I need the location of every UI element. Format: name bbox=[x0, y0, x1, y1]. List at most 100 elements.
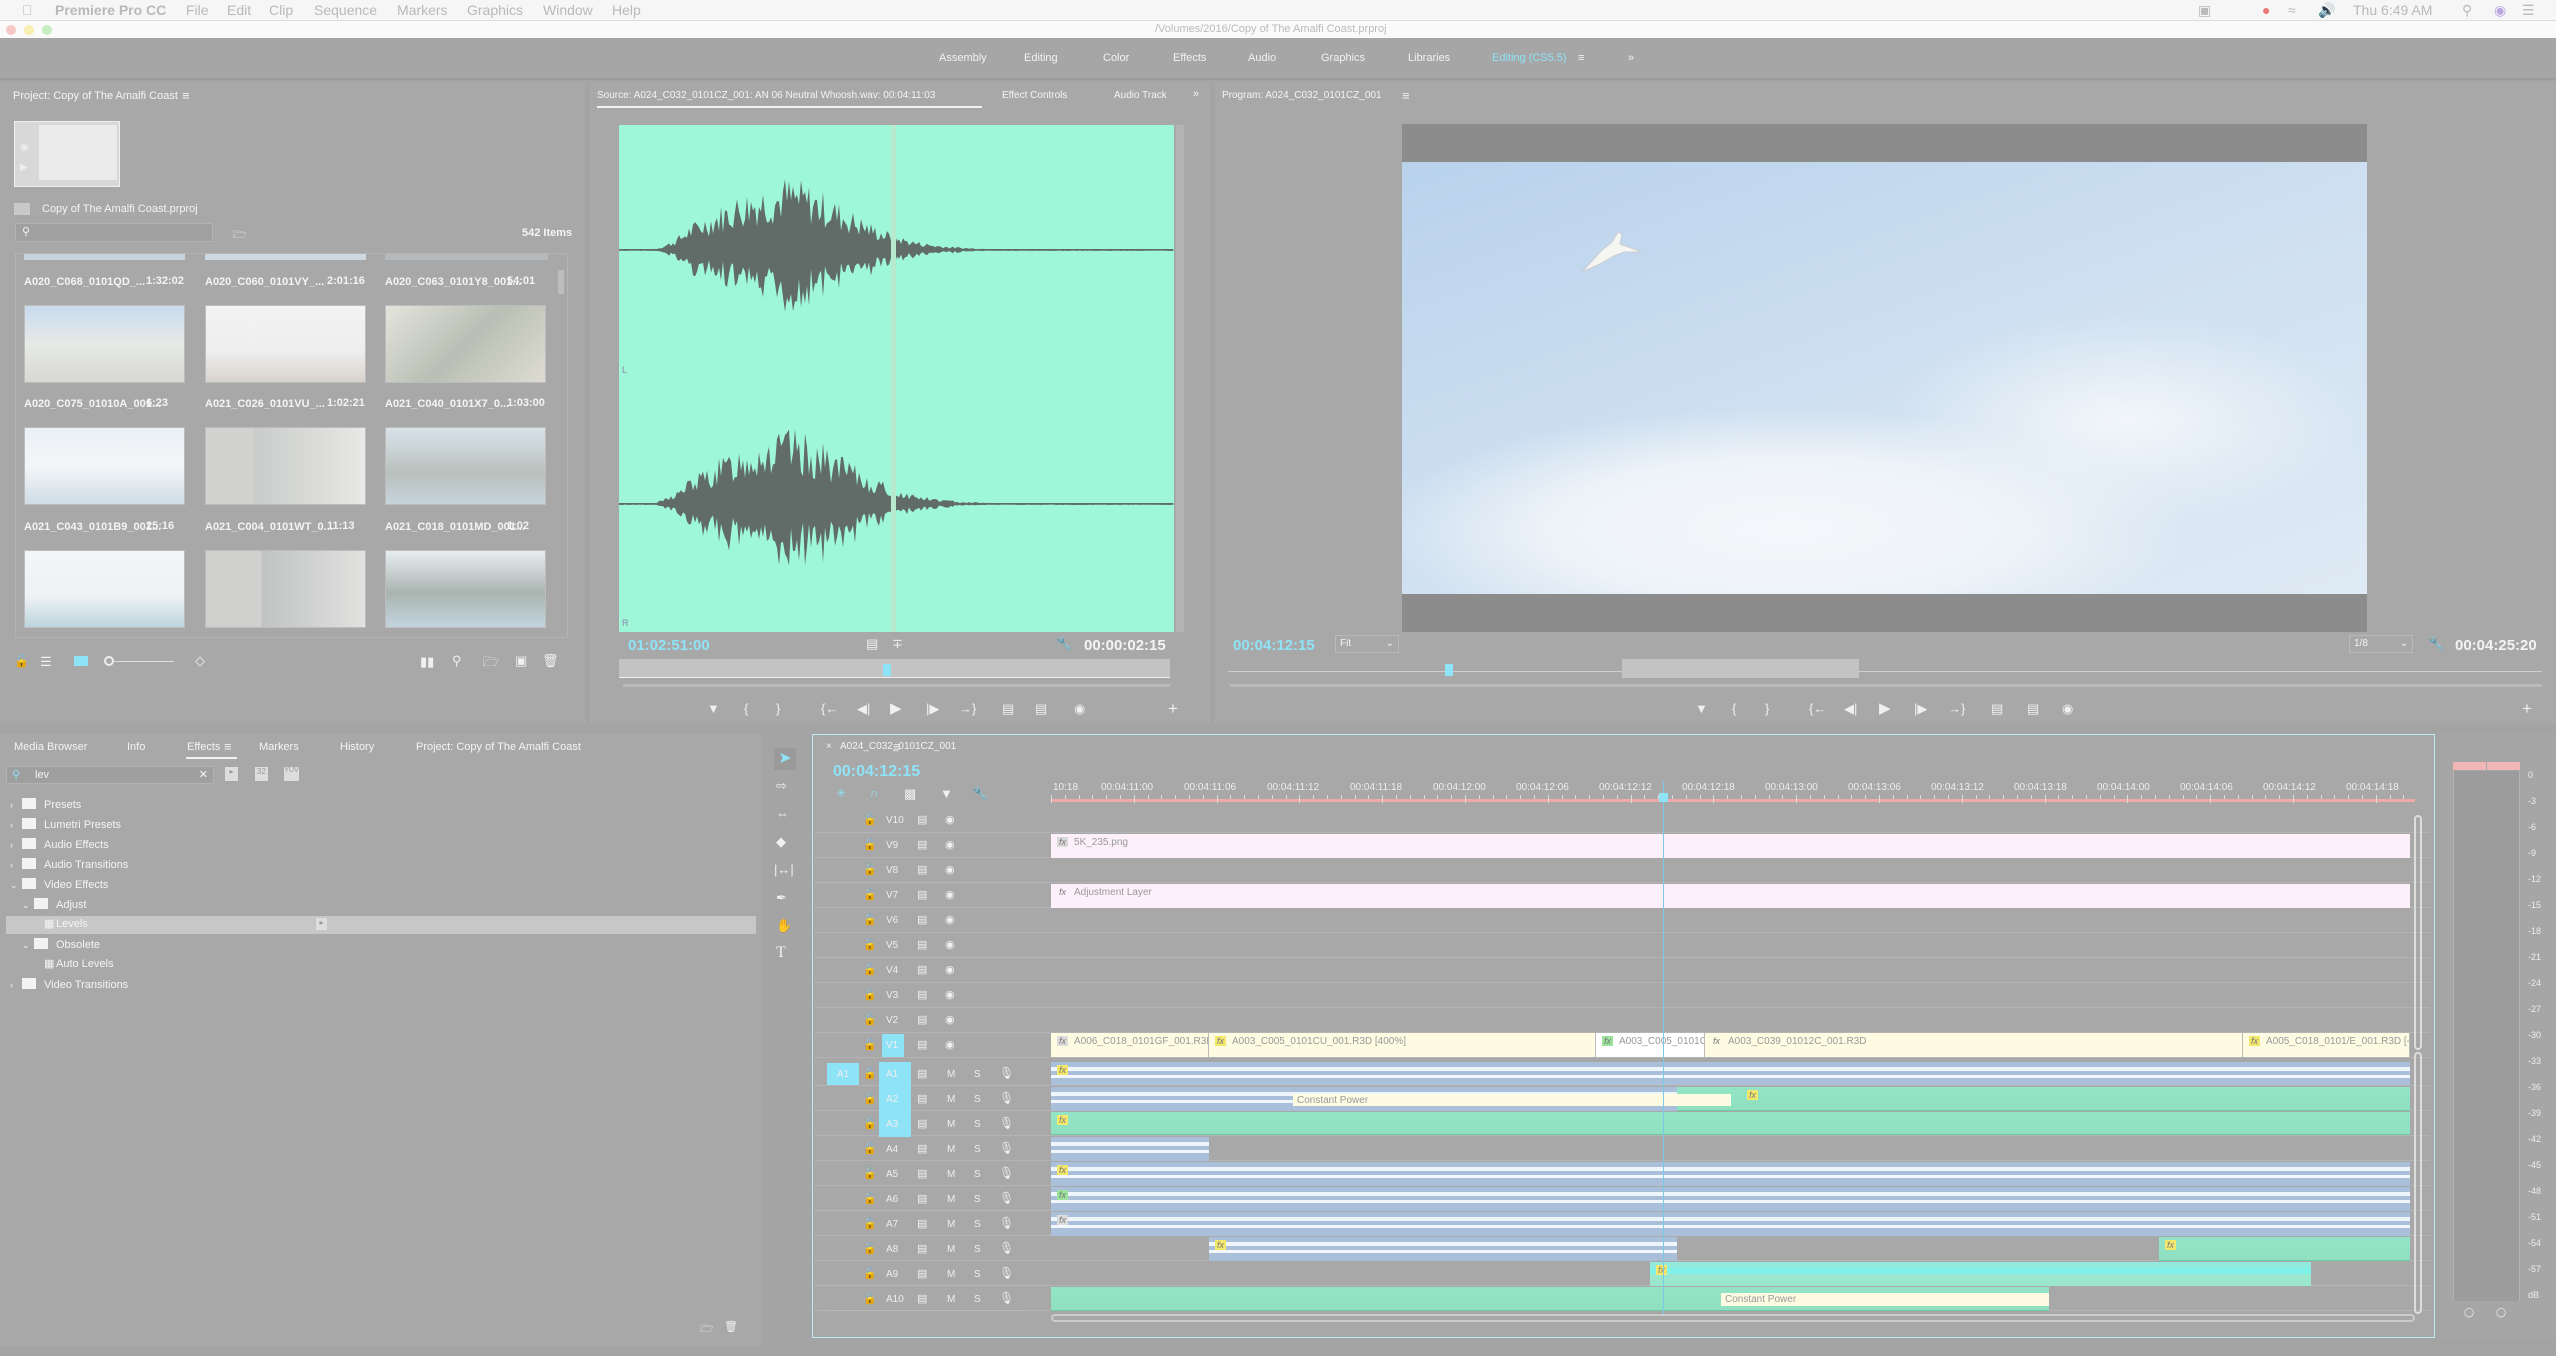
audio-clip-a1[interactable]: fx bbox=[1051, 1062, 2410, 1085]
new-bin-icon[interactable]: 🗁 bbox=[700, 1320, 714, 1339]
add-marker-button[interactable]: ▼ bbox=[707, 701, 720, 716]
lock-icon[interactable]: 🔓 bbox=[863, 1067, 877, 1080]
go-to-out-button[interactable]: →} bbox=[959, 701, 976, 716]
sync-lock-icon[interactable]: ▤ bbox=[917, 1067, 927, 1080]
mute-button[interactable]: M bbox=[947, 1094, 955, 1105]
program-playhead-marker[interactable] bbox=[1445, 664, 1453, 676]
panel-menu-icon[interactable]: ≡ bbox=[1402, 88, 1410, 103]
trash-icon[interactable]: 🗑 bbox=[542, 653, 559, 669]
workspace-effects[interactable]: Effects bbox=[1173, 52, 1206, 64]
type-tool[interactable]: T bbox=[776, 944, 786, 962]
effects-tree-item[interactable]: › Audio Effects bbox=[10, 838, 109, 851]
step-back-button[interactable]: ◀| bbox=[857, 701, 870, 717]
siri-icon[interactable]: ◉ bbox=[2494, 2, 2506, 19]
play-button[interactable]: ▶ bbox=[1879, 699, 1891, 717]
clip-indicator-left[interactable] bbox=[2453, 762, 2486, 770]
clear-search-icon[interactable]: ✕ bbox=[199, 768, 208, 781]
sync-lock-icon[interactable]: ▤ bbox=[917, 1267, 927, 1280]
nest-icon[interactable]: ✳ bbox=[836, 786, 846, 800]
clip-indicator-right[interactable] bbox=[2487, 762, 2520, 770]
source-timecode[interactable]: 01:02:51:00 bbox=[628, 637, 710, 654]
microphone-icon[interactable]: 🎙 bbox=[999, 1066, 1014, 1080]
accelerated-effects-filter[interactable]: ▸ bbox=[225, 767, 238, 781]
zoom-slider[interactable] bbox=[114, 661, 174, 662]
clip-thumbnail[interactable] bbox=[385, 427, 546, 505]
track-select-tool[interactable]: ⇨ bbox=[776, 778, 787, 794]
sync-lock-icon[interactable]: ▤ bbox=[917, 1292, 927, 1305]
audio-clip-a3[interactable]: fx bbox=[1051, 1112, 2410, 1135]
menu-sequence[interactable]: Sequence bbox=[314, 2, 377, 18]
lock-icon[interactable]: 🔓 bbox=[863, 963, 877, 976]
audio-clip-a6[interactable]: fx bbox=[1051, 1187, 2410, 1211]
microphone-icon[interactable]: 🎙 bbox=[999, 1266, 1014, 1280]
clip-thumbnail[interactable] bbox=[385, 305, 546, 383]
track-label[interactable]: V5 bbox=[886, 940, 898, 951]
workspace-editing[interactable]: Editing bbox=[1024, 52, 1058, 64]
mute-button[interactable]: M bbox=[947, 1294, 955, 1305]
wrench-icon[interactable]: 🔧 bbox=[2428, 636, 2444, 652]
source-zoom-bar[interactable] bbox=[623, 684, 1170, 687]
solo-button[interactable]: S bbox=[974, 1144, 981, 1155]
clip-v1[interactable]: fx A006_C018_0101GF_001.R3D bbox=[1051, 1033, 1209, 1057]
close-sequence-icon[interactable]: × bbox=[826, 741, 832, 752]
workspace-menu-icon[interactable]: ≡ bbox=[1578, 52, 1584, 64]
transition-constant-power[interactable]: Constant Power bbox=[1721, 1293, 2049, 1306]
eye-icon[interactable]: ◉ bbox=[945, 888, 955, 901]
audio-clip-a2[interactable]: fx bbox=[1677, 1087, 2410, 1111]
timeline-playhead[interactable] bbox=[1663, 781, 1664, 1316]
track-label[interactable]: A2 bbox=[886, 1094, 898, 1105]
lock-icon[interactable]: 🔓 bbox=[863, 863, 877, 876]
new-item-icon[interactable]: ▣ bbox=[515, 653, 527, 669]
apple-icon[interactable]:  bbox=[22, 2, 33, 18]
sync-lock-icon[interactable]: ▤ bbox=[917, 838, 927, 851]
lock-icon[interactable]: 🔓 bbox=[863, 1242, 877, 1255]
workspace-graphics[interactable]: Graphics bbox=[1321, 52, 1365, 64]
export-frame-button[interactable]: ◉ bbox=[2062, 701, 2073, 717]
workspace-audio[interactable]: Audio bbox=[1248, 52, 1276, 64]
track-header-scrollbar[interactable] bbox=[830, 1310, 1020, 1318]
track-label[interactable]: A1 bbox=[886, 1069, 898, 1080]
zoom-window-button[interactable] bbox=[42, 25, 52, 35]
mark-out-button[interactable]: } bbox=[1765, 701, 1769, 716]
chevron-down-icon[interactable]: ⌄ bbox=[10, 880, 22, 891]
solo-button[interactable]: S bbox=[974, 1169, 981, 1180]
program-tab[interactable]: Program: A024_C032_0101CZ_001 bbox=[1222, 90, 1382, 101]
grid-scrollbar[interactable] bbox=[558, 270, 564, 294]
wrench-icon[interactable]: 🔧 bbox=[1056, 636, 1072, 652]
tab-project[interactable]: Project: Copy of The Amalfi Coast bbox=[416, 741, 581, 753]
panel-overflow-button[interactable]: » bbox=[1193, 88, 1199, 100]
lock-icon[interactable]: 🔓 bbox=[863, 838, 877, 851]
lift-button[interactable]: ▤ bbox=[1991, 701, 2003, 717]
track-label[interactable]: A3 bbox=[886, 1119, 898, 1130]
sync-lock-icon[interactable]: ▤ bbox=[917, 1117, 927, 1130]
eye-icon[interactable]: ◉ bbox=[945, 963, 955, 976]
lock-icon[interactable]: 🔓 bbox=[863, 1092, 877, 1105]
trash-icon[interactable]: 🗑 bbox=[724, 1320, 738, 1333]
source-playhead[interactable] bbox=[891, 125, 896, 632]
step-forward-button[interactable]: |▶ bbox=[926, 701, 939, 717]
tab-markers[interactable]: Markers bbox=[259, 741, 299, 753]
mute-button[interactable]: M bbox=[947, 1169, 955, 1180]
yuv-effects-filter[interactable]: YUV bbox=[284, 767, 299, 781]
camera-icon[interactable]: ◉ bbox=[20, 142, 29, 153]
eye-icon[interactable]: ◉ bbox=[945, 813, 955, 826]
sync-lock-icon[interactable]: ▤ bbox=[917, 1217, 927, 1230]
solo-button[interactable]: S bbox=[974, 1069, 981, 1080]
find-icon[interactable]: ⚲ bbox=[452, 653, 462, 669]
effects-tree-item[interactable]: › Presets bbox=[10, 798, 81, 811]
lock-icon[interactable]: 🔓 bbox=[863, 1292, 877, 1305]
playhead-handle[interactable] bbox=[1659, 793, 1668, 802]
track-label[interactable]: A5 bbox=[886, 1169, 898, 1180]
snap-icon[interactable]: ∩ bbox=[870, 786, 879, 800]
track-label[interactable]: V2 bbox=[886, 1015, 898, 1026]
sync-lock-icon[interactable]: ▤ bbox=[917, 1167, 927, 1180]
mark-out-button[interactable]: } bbox=[776, 701, 780, 716]
tab-media-browser[interactable]: Media Browser bbox=[14, 741, 87, 753]
track-label[interactable]: V4 bbox=[886, 965, 898, 976]
bin-up-icon[interactable] bbox=[14, 203, 30, 215]
sync-lock-icon[interactable]: ▤ bbox=[917, 938, 927, 951]
insert-button[interactable]: ▤ bbox=[1002, 701, 1014, 717]
mute-button[interactable]: M bbox=[947, 1269, 955, 1280]
track-label[interactable]: A10 bbox=[886, 1294, 904, 1305]
lock-icon[interactable]: 🔓 bbox=[863, 988, 877, 1001]
